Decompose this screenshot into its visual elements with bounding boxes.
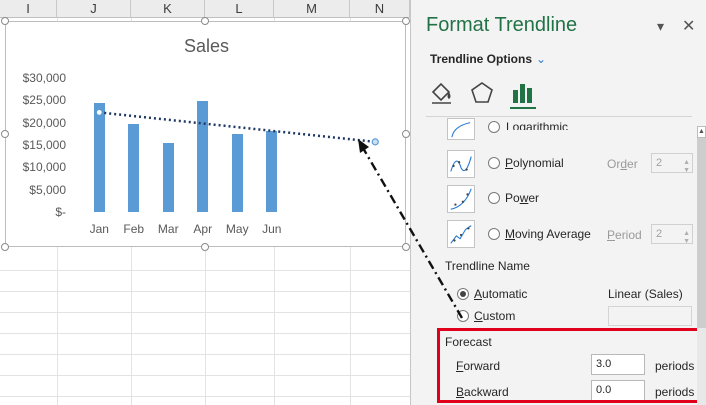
moving-average-label: Moving Average bbox=[505, 227, 591, 241]
divider bbox=[426, 116, 692, 117]
moving-average-trend-icon bbox=[447, 220, 475, 248]
name-custom-radio[interactable] bbox=[457, 310, 469, 322]
grid-line bbox=[0, 354, 410, 355]
scroll-up-icon[interactable]: ▲ bbox=[697, 126, 706, 138]
chart-area[interactable]: Sales $- $5,000 $10,000 $15,000 $20,000 $25,0… bbox=[5, 21, 406, 247]
grid-line bbox=[0, 270, 410, 271]
period-label: Period bbox=[607, 228, 642, 242]
custom-name-input[interactable] bbox=[608, 306, 692, 326]
moving-average-radio[interactable] bbox=[488, 228, 500, 240]
order-spinner[interactable]: 2 ▲ ▼ bbox=[651, 153, 693, 174]
period-spinner[interactable]: 2 ▲ ▼ bbox=[651, 224, 693, 245]
power-label: Power bbox=[505, 191, 540, 205]
grid-line bbox=[0, 312, 410, 313]
polynomial-radio[interactable] bbox=[488, 157, 500, 169]
name-custom-label: Custom bbox=[474, 309, 516, 323]
chart-resize-handle[interactable] bbox=[201, 243, 209, 251]
automatic-name-value: Linear (Sales) bbox=[608, 287, 683, 301]
trendline-start-handle bbox=[95, 108, 103, 116]
polynomial-label: Polynomial bbox=[505, 156, 564, 170]
effects-icon[interactable] bbox=[469, 80, 495, 106]
chart-resize-handle[interactable] bbox=[201, 17, 209, 25]
column-header-i[interactable]: I bbox=[0, 0, 57, 18]
trendline-options-icon[interactable] bbox=[510, 80, 536, 106]
column-header-l[interactable]: L bbox=[205, 0, 274, 18]
power-radio[interactable] bbox=[488, 192, 500, 204]
trendline-end-handle bbox=[371, 138, 379, 146]
pane-title: Format Trendline bbox=[426, 14, 578, 36]
trendline-layer[interactable] bbox=[6, 22, 407, 248]
logarithmic-trend-icon bbox=[447, 118, 475, 140]
trendline-name-heading: Trendline Name bbox=[445, 259, 530, 273]
grid-line bbox=[0, 396, 410, 397]
spin-down-icon[interactable]: ▼ bbox=[683, 233, 690, 251]
column-header-row: I J K L M N bbox=[0, 0, 410, 18]
polynomial-trend-icon bbox=[447, 150, 475, 178]
trendline bbox=[99, 111, 376, 144]
column-letter: M bbox=[306, 1, 317, 16]
chevron-down-icon: ⌄ bbox=[536, 52, 547, 66]
chart-resize-handle[interactable] bbox=[1, 130, 9, 138]
excel-window: I J K L M N Sales $- $5,000 $10,000 $15,000… bbox=[0, 0, 706, 405]
name-automatic-radio[interactable] bbox=[457, 288, 469, 300]
close-icon[interactable]: ✕ bbox=[682, 16, 695, 36]
section-label: Trendline Options bbox=[430, 52, 533, 66]
column-letter: I bbox=[26, 1, 30, 16]
chart-resize-handle[interactable] bbox=[1, 17, 9, 25]
order-value: 2 bbox=[656, 157, 663, 169]
period-value: 2 bbox=[656, 228, 663, 240]
chart-resize-handle[interactable] bbox=[402, 243, 410, 251]
power-trend-icon bbox=[447, 185, 475, 213]
logarithmic-label: Logarithmic bbox=[506, 120, 569, 130]
column-letter: J bbox=[90, 1, 97, 16]
grid-line bbox=[0, 291, 410, 292]
caret-down-icon[interactable]: ▾ bbox=[657, 18, 664, 35]
column-header-k[interactable]: K bbox=[131, 0, 205, 18]
forecast-highlight-box bbox=[437, 328, 703, 403]
chart-resize-handle[interactable] bbox=[402, 130, 410, 138]
spin-down-icon[interactable]: ▼ bbox=[683, 162, 690, 180]
column-header-j[interactable]: J bbox=[57, 0, 131, 18]
column-letter: K bbox=[163, 1, 172, 16]
name-automatic-label: Automatic bbox=[474, 287, 528, 301]
column-header-n[interactable]: N bbox=[350, 0, 410, 18]
grid-line bbox=[0, 375, 410, 376]
pane-scrollbar-thumb[interactable] bbox=[697, 138, 706, 328]
grid-line bbox=[0, 333, 410, 334]
active-tab-indicator bbox=[510, 107, 536, 109]
column-letter: N bbox=[374, 1, 385, 16]
trendline-options-dropdown[interactable]: Trendline Options ⌄ bbox=[430, 52, 546, 66]
fill-line-icon[interactable] bbox=[429, 80, 455, 106]
column-letter: L bbox=[235, 1, 243, 16]
logarithmic-radio[interactable] bbox=[488, 121, 500, 133]
chart-resize-handle[interactable] bbox=[402, 17, 410, 25]
column-header-m[interactable]: M bbox=[274, 0, 350, 18]
order-label: Order bbox=[607, 157, 638, 171]
chart-resize-handle[interactable] bbox=[1, 243, 9, 251]
